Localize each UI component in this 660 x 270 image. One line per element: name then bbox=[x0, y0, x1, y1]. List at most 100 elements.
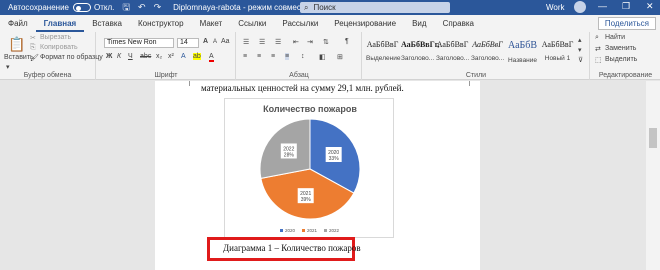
restore-button[interactable]: ❐ bbox=[622, 1, 630, 12]
tab-help[interactable]: Справка bbox=[435, 15, 482, 32]
paste-chevron-icon[interactable]: ▾ bbox=[6, 63, 10, 71]
format-painter-icon[interactable]: 🖌 bbox=[30, 54, 39, 62]
align-right-icon[interactable]: ≡ bbox=[271, 53, 275, 60]
copy-button[interactable]: Копировать bbox=[40, 44, 78, 51]
clipboard-group: 📋 Вставить ▾ ✂ Вырезать ⎘ Копировать 🖌 Ф… bbox=[0, 32, 103, 80]
title-bar: Автосохранение Откл. 🖫 ↶ ↷ Diplomnaya-ra… bbox=[0, 0, 660, 15]
style-item-emphasis[interactable]: АаБбВвГ Выделение bbox=[366, 36, 401, 70]
chart-title: Количество пожаров bbox=[263, 104, 357, 114]
share-button[interactable]: Поделиться bbox=[597, 17, 656, 30]
text-effects-button[interactable]: A bbox=[181, 53, 186, 60]
cut-icon[interactable]: ✂ bbox=[30, 34, 36, 42]
tab-design[interactable]: Конструктор bbox=[130, 15, 192, 32]
style-name: Заголово... bbox=[471, 55, 505, 62]
justify-icon[interactable]: ≡ bbox=[285, 53, 290, 60]
align-left-icon[interactable]: ≡ bbox=[243, 53, 247, 60]
user-name[interactable]: Work bbox=[546, 3, 565, 12]
search-box[interactable]: ⌕ Поиск bbox=[300, 2, 450, 13]
shrink-font-button[interactable]: A bbox=[213, 39, 217, 45]
sort-icon[interactable]: ⇅ bbox=[323, 38, 329, 46]
style-item-heading-3[interactable]: АаБбВвГ Заголово... bbox=[471, 36, 504, 70]
style-sample: АаБбВвГ bbox=[436, 40, 469, 49]
style-item-heading-1[interactable]: АаБбВвГг, Заголово... bbox=[401, 36, 439, 70]
legend-label: 2022 bbox=[329, 228, 340, 233]
style-sample: АаБбВвГ bbox=[472, 40, 503, 49]
autosave-label: Автосохранение bbox=[8, 3, 69, 12]
tab-layout[interactable]: Макет bbox=[192, 15, 231, 32]
align-center-icon[interactable]: ≡ bbox=[257, 53, 261, 60]
vertical-scrollbar[interactable] bbox=[646, 81, 660, 270]
style-item-title[interactable]: АаБбВ Название bbox=[506, 36, 539, 70]
numbering-icon[interactable]: ☰ bbox=[259, 38, 265, 46]
font-family-select[interactable]: Times New Ron bbox=[104, 38, 174, 48]
copy-icon[interactable]: ⎘ bbox=[30, 44, 36, 52]
bullets-icon[interactable]: ☰ bbox=[243, 38, 249, 46]
ribbon-tabs: Файл Главная Вставка Конструктор Макет С… bbox=[0, 15, 660, 32]
paste-icon[interactable]: 📋 bbox=[8, 36, 25, 53]
line-spacing-icon[interactable]: ↕ bbox=[301, 53, 305, 60]
autosave-toggle[interactable] bbox=[72, 3, 91, 12]
data-label-percent: 33% bbox=[329, 156, 340, 162]
strikethrough-button[interactable]: abc bbox=[140, 53, 151, 60]
underline-button[interactable]: Ч bbox=[128, 53, 133, 60]
replace-button[interactable]: Заменить bbox=[605, 45, 636, 52]
style-item-heading-2[interactable]: АаБбВвГ Заголово... bbox=[436, 36, 469, 70]
italic-button[interactable]: К bbox=[117, 53, 121, 60]
multilevel-list-icon[interactable]: ☰ bbox=[275, 38, 281, 46]
replace-icon[interactable]: ⇄ bbox=[595, 45, 601, 53]
clipboard-group-label: Буфер обмена bbox=[23, 72, 72, 79]
pilcrow-icon[interactable]: ¶ bbox=[345, 38, 349, 45]
select-button[interactable]: Выделить bbox=[605, 56, 637, 63]
format-painter-button[interactable]: Формат по образцу bbox=[40, 54, 103, 61]
style-name: Выделение bbox=[366, 55, 401, 62]
increase-indent-icon[interactable]: ⇥ bbox=[307, 38, 313, 46]
change-case-button[interactable]: Aa bbox=[221, 38, 230, 45]
close-button[interactable]: ✕ bbox=[646, 1, 654, 12]
pie-chart[interactable]: Количество пожаров 2020 33% 2021 39% 2022 28%… bbox=[224, 98, 394, 238]
grow-font-button[interactable]: A bbox=[203, 38, 208, 45]
shading-icon[interactable]: ◧ bbox=[319, 53, 326, 61]
undo-icon[interactable]: ↶ bbox=[138, 2, 146, 13]
legend-label: 2021 bbox=[307, 228, 318, 233]
tab-references[interactable]: Ссылки bbox=[230, 15, 274, 32]
styles-group: АаБбВвГ Выделение АаБбВвГг, Заголово... … bbox=[363, 32, 590, 80]
styles-scroll-down-icon[interactable]: ▾ bbox=[578, 46, 582, 54]
search-icon: ⌕ bbox=[304, 2, 309, 12]
styles-more-icon[interactable]: ⊽ bbox=[578, 56, 583, 64]
save-icon[interactable]: 🖫 bbox=[122, 0, 130, 16]
scrollbar-thumb[interactable] bbox=[649, 128, 657, 148]
tab-view[interactable]: Вид bbox=[404, 15, 434, 32]
decrease-indent-icon[interactable]: ⇤ bbox=[293, 38, 299, 46]
styles-scroll-up-icon[interactable]: ▴ bbox=[578, 36, 582, 44]
style-sample: АаБбВвГ bbox=[366, 40, 399, 49]
style-item-new-1[interactable]: АаБбВвГ Новый 1 bbox=[541, 36, 574, 70]
find-button[interactable]: Найти bbox=[605, 34, 625, 41]
tab-review[interactable]: Рецензирование bbox=[326, 15, 404, 32]
borders-icon[interactable]: ⊞ bbox=[337, 53, 343, 61]
bold-button[interactable]: Ж bbox=[106, 53, 112, 60]
tab-insert[interactable]: Вставка bbox=[84, 15, 130, 32]
avatar[interactable] bbox=[574, 1, 586, 13]
margin-mark bbox=[189, 81, 190, 86]
superscript-button[interactable]: x² bbox=[168, 53, 174, 60]
legend-swatch bbox=[280, 229, 283, 232]
editing-group: ⌕ Найти ⇄ Заменить ⬚ Выделить Редактиров… bbox=[591, 32, 660, 80]
tab-home[interactable]: Главная bbox=[35, 15, 85, 32]
tab-file[interactable]: Файл bbox=[0, 15, 36, 32]
highlight-button[interactable]: ab bbox=[193, 53, 201, 60]
subscript-button[interactable]: x₂ bbox=[156, 53, 162, 60]
redo-icon[interactable]: ↷ bbox=[154, 2, 162, 13]
cut-button[interactable]: Вырезать bbox=[40, 34, 71, 41]
figure-caption[interactable]: Диаграмма 1 – Количество пожаров bbox=[223, 243, 361, 253]
minimize-button[interactable]: — bbox=[598, 1, 607, 11]
font-size-select[interactable]: 14 bbox=[177, 38, 199, 48]
find-icon[interactable]: ⌕ bbox=[595, 34, 599, 42]
style-sample: АаБбВвГ bbox=[541, 40, 574, 49]
select-icon[interactable]: ⬚ bbox=[595, 56, 602, 64]
style-name: Заголово... bbox=[436, 55, 470, 62]
ribbon: 📋 Вставить ▾ ✂ Вырезать ⎘ Копировать 🖌 Ф… bbox=[0, 32, 660, 80]
search-placeholder: Поиск bbox=[313, 3, 336, 12]
body-text-line[interactable]: материальных ценностей на сумму 29,1 млн… bbox=[201, 83, 404, 93]
font-color-button[interactable]: A bbox=[209, 53, 214, 62]
tab-mailings[interactable]: Рассылки bbox=[274, 15, 326, 32]
